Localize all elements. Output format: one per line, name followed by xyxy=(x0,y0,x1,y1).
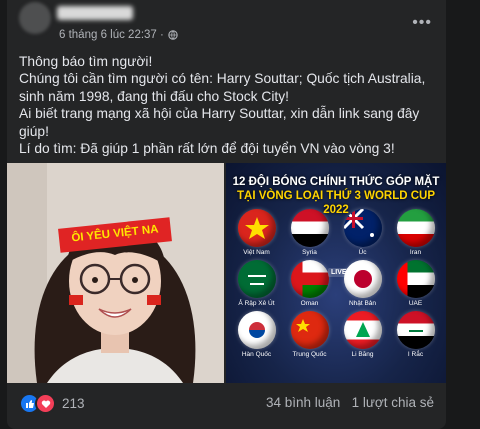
team-australia: Úc xyxy=(336,209,389,256)
team-name: Iran xyxy=(409,249,422,256)
team-name: Hàn Quốc xyxy=(241,351,272,358)
post-card: 6 tháng 6 lúc 22:37 · ••• Thông báo tìm … xyxy=(7,0,446,429)
vietnam-flag-icon xyxy=(237,209,276,247)
uae-flag-icon xyxy=(396,260,435,298)
post-text-line: Ai biết trang mạng xã hội của Harry Sout… xyxy=(19,106,420,139)
live-badge: LIVE xyxy=(328,268,350,277)
post-timestamp[interactable]: 6 tháng 6 lúc 22:37 · xyxy=(59,29,164,41)
iran-flag-icon xyxy=(396,209,435,247)
team-iraq: I Rắc xyxy=(389,311,442,358)
team-name: Syria xyxy=(302,249,317,256)
reaction-count: 213 xyxy=(62,396,85,411)
korea-flag-icon xyxy=(237,311,276,349)
engagement-counts: 34 bình luận 1 lượt chia sẻ xyxy=(266,395,434,410)
team-name: Trung Quốc xyxy=(292,351,327,358)
post-text: Thông báo tìm người! Chúng tôi cần tìm n… xyxy=(19,53,439,157)
oman-flag-icon xyxy=(290,260,329,298)
post-text-line: Thông báo tìm người! xyxy=(19,54,153,69)
iraq-flag-icon xyxy=(396,311,435,349)
author-name-redacted[interactable] xyxy=(57,6,133,20)
team-lebanon: Li Băng xyxy=(336,311,389,358)
team-name: UAE xyxy=(408,300,423,307)
photo-world-cup-teams[interactable]: 12 ĐỘI BÓNG CHÍNH THỨC GÓP MẶT TẠI VÒNG … xyxy=(226,163,446,383)
globe-icon xyxy=(168,30,178,40)
love-icon xyxy=(35,393,56,414)
team-grid: Việt Nam Syria Úc Iran Ả Rập Xê Út Oman … xyxy=(230,209,442,358)
shares-count-link[interactable]: 1 lượt chia sẻ xyxy=(352,395,434,410)
post-text-line: Chúng tôi cần tìm người có tên: Harry So… xyxy=(19,71,426,104)
team-name: Ả Rập Xê Út xyxy=(238,300,275,307)
graphic-title-line1: 12 ĐỘI BÓNG CHÍNH THỨC GÓP MẶT xyxy=(232,176,440,188)
team-name: Việt Nam xyxy=(243,249,270,256)
team-name: Li Băng xyxy=(351,351,374,358)
author-avatar[interactable] xyxy=(19,2,51,34)
japan-flag-icon xyxy=(343,260,382,298)
photo-selfie[interactable]: ÔI YÊU VIỆT NA xyxy=(7,163,224,383)
team-vietnam: Việt Nam xyxy=(230,209,283,256)
selfie-illustration xyxy=(7,163,224,383)
australia-flag-icon xyxy=(343,209,382,247)
post-meta: 6 tháng 6 lúc 22:37 · xyxy=(59,29,178,41)
lebanon-flag-icon xyxy=(343,311,382,349)
team-name: I Rắc xyxy=(407,351,424,358)
saudi-flag-icon xyxy=(237,260,276,298)
team-oman: Oman xyxy=(283,260,336,307)
reaction-summary[interactable]: 213 xyxy=(19,393,85,414)
team-saudi-arabia: Ả Rập Xê Út xyxy=(230,260,283,307)
more-horizontal-icon[interactable]: ••• xyxy=(412,14,432,32)
team-syria: Syria xyxy=(283,209,336,256)
syria-flag-icon xyxy=(290,209,329,247)
team-iran: Iran xyxy=(389,209,442,256)
china-flag-icon xyxy=(290,311,329,349)
comments-count-link[interactable]: 34 bình luận xyxy=(266,395,340,410)
team-name: Úc xyxy=(358,249,367,256)
team-uae: UAE xyxy=(389,260,442,307)
team-name: Nhật Bản xyxy=(348,300,377,307)
team-korea: Hàn Quốc xyxy=(230,311,283,358)
post-text-line: Lí do tìm: Đã giúp 1 phần rất lớn để đội… xyxy=(19,141,395,157)
team-china: Trung Quốc xyxy=(283,311,336,358)
team-name: Oman xyxy=(300,300,319,307)
